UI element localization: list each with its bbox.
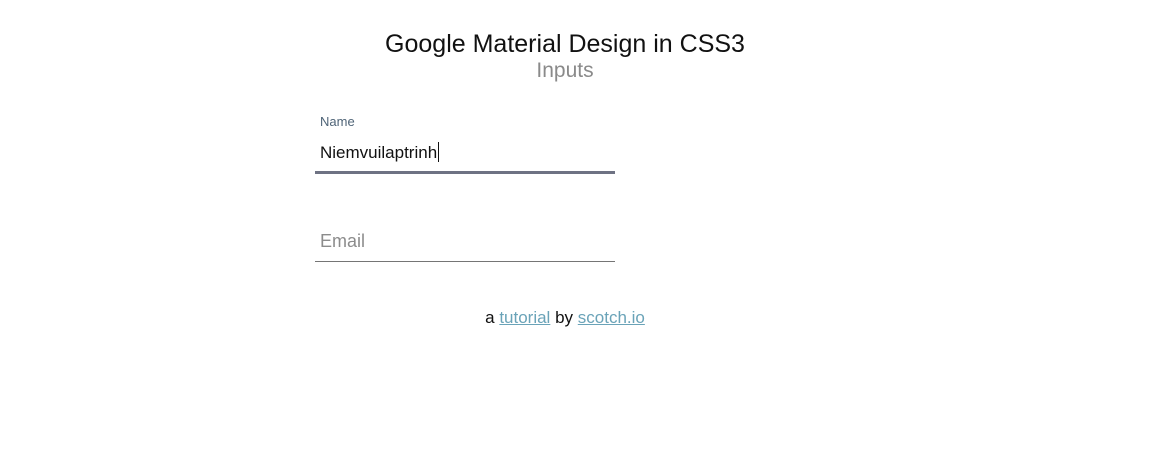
footer-credit: a tutorial by scotch.io: [0, 307, 1130, 329]
name-field-label: Name: [320, 114, 355, 129]
tutorial-link[interactable]: tutorial: [499, 308, 550, 327]
name-field-underline: [315, 171, 615, 174]
footer-by: by: [555, 308, 574, 327]
scotch-io-link[interactable]: scotch.io: [578, 308, 645, 327]
email-field-label: Email: [320, 231, 366, 251]
page-subtitle: Inputs: [536, 59, 594, 82]
name-input[interactable]: Niemvuilaptrinh: [320, 142, 440, 164]
text-caret: [438, 142, 440, 162]
email-field-underline: [315, 261, 615, 262]
page-title: Google Material Design in CSS3: [385, 30, 745, 58]
page: Google Material Design in CSS3 Inputs Na…: [0, 0, 1160, 475]
email-field[interactable]: Email: [315, 220, 615, 264]
name-field[interactable]: Name Niemvuilaptrinh: [315, 108, 615, 176]
name-input-value: Niemvuilaptrinh: [320, 143, 438, 162]
footer-prefix: a: [485, 308, 495, 327]
